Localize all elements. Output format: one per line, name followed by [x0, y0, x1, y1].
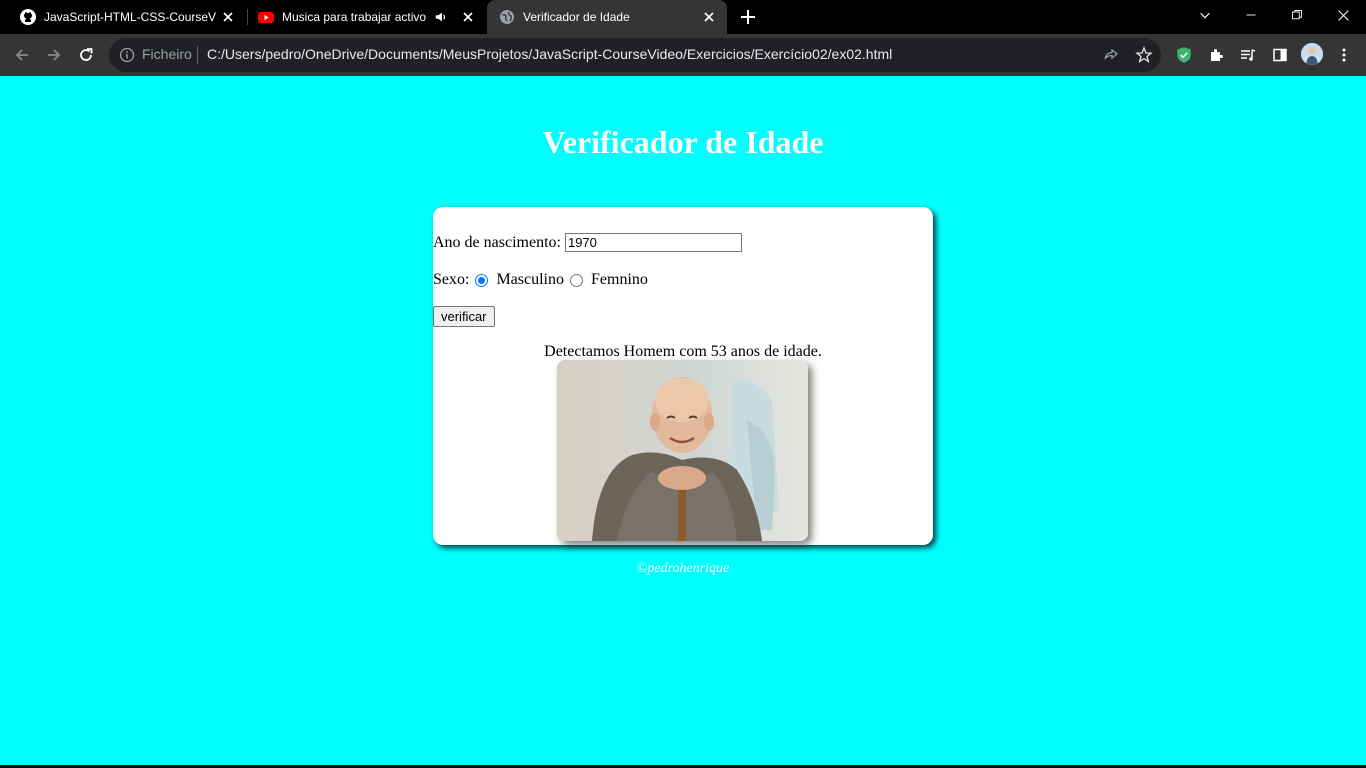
tab-verificador[interactable]: Verificador de Idade: [487, 0, 727, 34]
url-scheme-label: Ficheiro: [142, 46, 192, 62]
speaker-icon[interactable]: [434, 10, 448, 24]
tab-title: Verificador de Idade: [523, 10, 630, 24]
tab-search-button[interactable]: [1182, 0, 1228, 30]
arrow-right-icon: [48, 49, 61, 61]
forward-button[interactable]: [42, 43, 66, 67]
puzzle-icon: [1211, 49, 1223, 61]
year-label: Ano de nascimento:: [433, 233, 561, 251]
adblock-extension-button[interactable]: [1172, 43, 1196, 67]
side-panel-icon: [1273, 48, 1287, 62]
back-button[interactable]: [10, 43, 34, 67]
globe-icon: [500, 10, 514, 24]
tab-title: JavaScript-HTML-CSS-CourseVic: [44, 10, 216, 24]
tab-title: Musica para trabajar activo y: [282, 10, 428, 24]
sex-row: Sexo: Masculino Femnino: [433, 271, 648, 289]
close-icon[interactable]: [460, 9, 476, 25]
media-control-button[interactable]: [1236, 43, 1260, 67]
info-icon[interactable]: [119, 47, 135, 63]
close-window-button[interactable]: [1320, 0, 1366, 30]
menu-button[interactable]: [1332, 43, 1356, 67]
reload-icon: [80, 48, 93, 61]
result-photo: [557, 360, 808, 541]
close-icon[interactable]: [701, 9, 717, 25]
divider: [197, 46, 198, 64]
old-man-photo: [557, 360, 808, 541]
restore-icon: [1292, 10, 1302, 20]
browser-toolbar: Ficheiro C:/Users/pedro/OneDrive/Documen…: [0, 34, 1366, 76]
radio-feminino[interactable]: [570, 273, 583, 287]
url-text[interactable]: C:/Users/pedro/OneDrive/Documents/MeusPr…: [207, 46, 892, 62]
close-icon: [1337, 9, 1349, 21]
arrow-left-icon: [15, 49, 28, 61]
tab-youtube[interactable]: Musica para trabajar activo y: [248, 0, 486, 34]
page-content: Verificador de Idade Ano de nascimento: …: [0, 76, 1366, 765]
share-icon[interactable]: [1103, 47, 1119, 63]
footer-credit: ©pedrohenrique: [636, 561, 730, 576]
tab-strip: JavaScript-HTML-CSS-CourseVic Musica par…: [0, 0, 1366, 34]
page-title: Verificador de Idade: [542, 124, 824, 160]
chevron-down-icon: [1200, 12, 1210, 19]
reload-button[interactable]: [74, 43, 98, 67]
address-bar[interactable]: Ficheiro C:/Users/pedro/OneDrive/Documen…: [109, 38, 1161, 72]
verify-button[interactable]: verificar: [433, 306, 495, 327]
extensions-button[interactable]: [1204, 43, 1228, 67]
new-tab-icon[interactable]: [738, 7, 758, 27]
profile-avatar[interactable]: [1301, 43, 1323, 65]
year-input[interactable]: [564, 233, 742, 252]
minimize-icon: [1246, 14, 1256, 16]
minimize-button[interactable]: [1228, 0, 1274, 30]
side-panel-button[interactable]: [1268, 43, 1292, 67]
radio-label-masculino: Masculino: [496, 271, 564, 288]
shield-icon: [1177, 47, 1191, 63]
result-text: Detectamos Homem com 53 anos de idade.: [544, 343, 822, 360]
radio-label-feminino: Femnino: [591, 271, 648, 288]
avatar-icon: [1301, 43, 1323, 65]
sex-label: Sexo:: [433, 271, 470, 288]
close-icon[interactable]: [220, 9, 236, 25]
restore-button[interactable]: [1274, 0, 1320, 30]
youtube-icon: [258, 12, 274, 23]
more-vertical-icon: [1342, 48, 1346, 62]
radio-masculino[interactable]: [475, 273, 489, 287]
github-icon: [20, 9, 36, 25]
star-icon[interactable]: [1135, 46, 1153, 64]
playlist-icon: [1241, 49, 1256, 61]
tab-github[interactable]: JavaScript-HTML-CSS-CourseVic: [0, 0, 246, 34]
year-row: Ano de nascimento:: [433, 233, 742, 252]
form-card: Ano de nascimento: Sexo: Masculino Femni…: [433, 207, 933, 545]
